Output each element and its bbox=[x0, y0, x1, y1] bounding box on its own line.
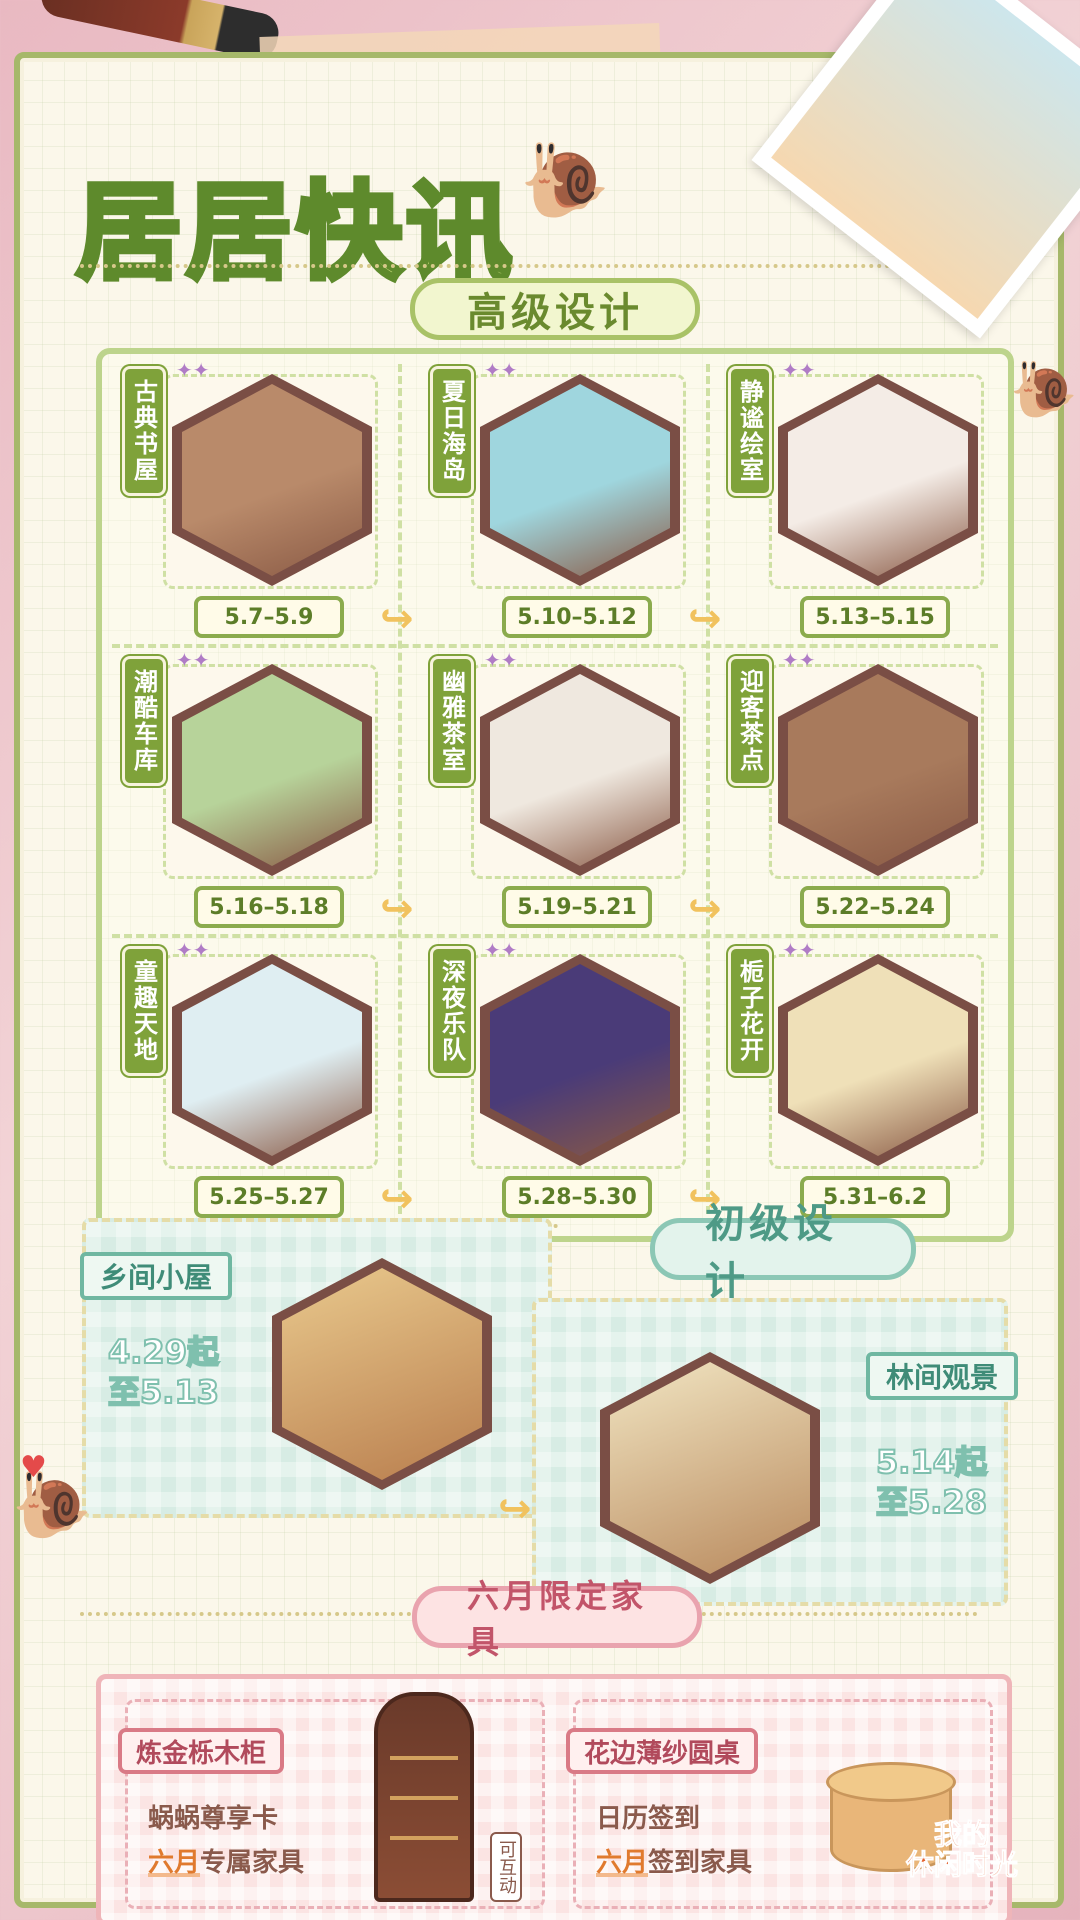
room-floor bbox=[182, 964, 362, 1156]
section-ribbon-beginner: 初级设计 bbox=[650, 1201, 916, 1305]
room-floor bbox=[610, 1362, 810, 1574]
room-card: ✦✦ 幽雅茶室 5.19–5.21 bbox=[416, 648, 706, 944]
room-date: 5.13–5.15 bbox=[800, 596, 950, 638]
highlight-month: 六月 bbox=[596, 1848, 649, 1878]
shelf bbox=[390, 1836, 458, 1840]
divider bbox=[80, 264, 978, 268]
arrow-icon: ↪ bbox=[380, 886, 414, 932]
furniture-name: 花边薄纱圆桌 bbox=[566, 1728, 759, 1774]
grid-divider bbox=[398, 364, 402, 1226]
room-date-end: 至5.28 bbox=[875, 1482, 988, 1522]
shelf bbox=[390, 1796, 458, 1800]
page-title: 居居快讯 bbox=[74, 169, 516, 297]
notice-board: 居居快讯 🐌 高级设计 ✦✦ 古典书屋 5.7–5.9 ↪ ✦✦ 夏日海岛 5.10–5.1… bbox=[12, 52, 1077, 1920]
room-card: ✦✦ 静谧绘室 5.13–5.15 bbox=[714, 358, 1004, 654]
desc-rest: 专属家具 bbox=[200, 1848, 305, 1878]
arrow-icon: ↪ bbox=[380, 1176, 414, 1222]
sparkle-icon: ✦✦ bbox=[782, 938, 816, 962]
room-floor bbox=[490, 674, 670, 866]
room-label: 静谧绘室 bbox=[728, 366, 772, 496]
advanced-design-panel: ✦✦ 古典书屋 5.7–5.9 ↪ ✦✦ 夏日海岛 5.10–5.12 ↪ ✦✦ 静谧绘室 5.13… bbox=[96, 348, 1014, 1242]
room-label: 夏日海岛 bbox=[430, 366, 474, 496]
room-card: ✦✦ 古典书屋 5.7–5.9 bbox=[108, 358, 398, 654]
june-furniture-panel: 炼金栎木柜 蜗蜗尊享卡 六月专属家具 可互动 花边薄纱圆桌 日历签到 六月签到家… bbox=[96, 1674, 1012, 1920]
furniture-desc: 六月专属家具 bbox=[148, 1842, 304, 1884]
sparkle-icon: ✦✦ bbox=[484, 648, 518, 672]
room-label: 童趣天地 bbox=[122, 946, 166, 1076]
room-label: 乡间小屋 bbox=[80, 1252, 233, 1300]
sparkle-icon: ✦✦ bbox=[176, 648, 210, 672]
room-label: 潮酷车库 bbox=[122, 656, 166, 786]
sparkle-icon: ✦✦ bbox=[176, 358, 210, 382]
room-date: 5.16–5.18 bbox=[194, 886, 344, 928]
arrow-icon: ↪ bbox=[498, 1486, 532, 1532]
room-floor bbox=[788, 964, 968, 1156]
table-top bbox=[826, 1762, 956, 1802]
game-logo: 我的 休闲时光 bbox=[905, 1818, 1018, 1881]
room-date-start: 5.14起 bbox=[875, 1442, 988, 1482]
desc-rest: 签到家具 bbox=[648, 1848, 753, 1878]
furniture-name: 炼金栎木柜 bbox=[118, 1728, 285, 1774]
room-date: 5.7–5.9 bbox=[194, 596, 344, 638]
highlight-month: 六月 bbox=[148, 1848, 201, 1878]
oak-cabinet-illustration bbox=[374, 1692, 474, 1902]
room-floor bbox=[182, 674, 362, 866]
room-label: 幽雅茶室 bbox=[430, 656, 474, 786]
section-ribbon-advanced: 高级设计 bbox=[410, 278, 700, 340]
room-label: 栀子花开 bbox=[728, 946, 772, 1076]
sparkle-icon: ✦✦ bbox=[782, 648, 816, 672]
room-card: ✦✦ 潮酷车库 5.16–5.18 bbox=[108, 648, 398, 944]
room-floor bbox=[490, 384, 670, 576]
room-card: ✦✦ 迎客茶点 5.22–5.24 bbox=[714, 648, 1004, 944]
room-illustration bbox=[272, 1258, 492, 1490]
room-floor bbox=[788, 674, 968, 866]
interactive-tag: 可互动 bbox=[490, 1832, 522, 1902]
grid-divider bbox=[706, 364, 710, 1226]
room-date-end: 至5.13 bbox=[107, 1372, 220, 1412]
room-card: ✦✦ 深夜乐队 5.28–5.30 bbox=[416, 938, 706, 1234]
arrow-icon: ↪ bbox=[380, 596, 414, 642]
room-label: 迎客茶点 bbox=[728, 656, 772, 786]
beginner-room-panel-2: 林间观景 5.14起 至5.28 bbox=[532, 1298, 1019, 1606]
snail-icon: 🐌 bbox=[520, 138, 610, 222]
room-date: 5.10–5.12 bbox=[502, 596, 652, 638]
room-date: 5.19–5.21 bbox=[502, 886, 652, 928]
room-date: 5.22–5.24 bbox=[800, 886, 950, 928]
room-date-start: 4.29起 bbox=[107, 1332, 220, 1372]
section-ribbon-june: 六月限定家具 bbox=[412, 1577, 702, 1661]
logo-line2: 休闲时光 bbox=[905, 1848, 1018, 1881]
room-card: ✦✦ 童趣天地 5.25–5.27 bbox=[108, 938, 398, 1234]
room-floor bbox=[282, 1268, 482, 1480]
room-label: 林间观景 bbox=[866, 1352, 1019, 1400]
room-floor bbox=[490, 964, 670, 1156]
sparkle-icon: ✦✦ bbox=[782, 358, 816, 382]
heart-icon: ♥ bbox=[20, 1450, 47, 1485]
sparkle-icon: ✦✦ bbox=[484, 938, 518, 962]
shelf bbox=[390, 1756, 458, 1760]
room-date: 5.28–5.30 bbox=[502, 1176, 652, 1218]
furniture-source: 日历签到 bbox=[596, 1804, 701, 1834]
furniture-card-cabinet: 炼金栎木柜 蜗蜗尊享卡 六月专属家具 可互动 bbox=[118, 1692, 545, 1909]
beginner-room-panel-1: 乡间小屋 4.29起 至5.13 bbox=[80, 1218, 552, 1518]
furniture-desc: 六月签到家具 bbox=[596, 1842, 752, 1884]
sparkle-icon: ✦✦ bbox=[484, 358, 518, 382]
sparkle-icon: ✦✦ bbox=[176, 938, 210, 962]
logo-line1: 我的 bbox=[933, 1818, 990, 1851]
snail-icon: 🐌 bbox=[1010, 358, 1078, 421]
room-card: ✦✦ 夏日海岛 5.10–5.12 bbox=[416, 358, 706, 654]
room-illustration bbox=[600, 1352, 820, 1584]
room-floor bbox=[788, 384, 968, 576]
furniture-source: 蜗蜗尊享卡 bbox=[148, 1804, 279, 1834]
room-label: 古典书屋 bbox=[122, 366, 166, 496]
room-date: 5.25–5.27 bbox=[194, 1176, 344, 1218]
room-label: 深夜乐队 bbox=[430, 946, 474, 1076]
room-floor bbox=[182, 384, 362, 576]
